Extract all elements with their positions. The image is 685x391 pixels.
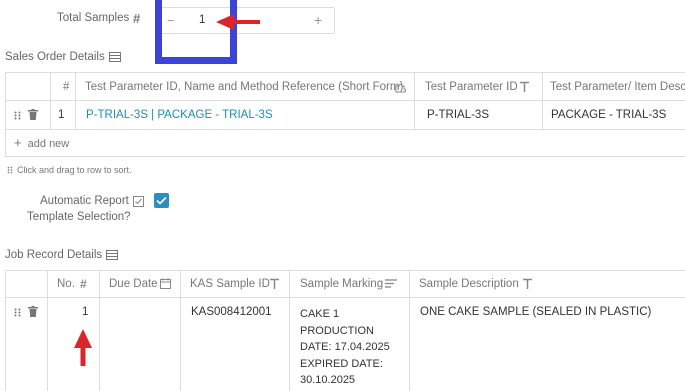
col-header-param-ref[interactable]: Test Parameter ID, Name and Method Refer…: [85, 81, 403, 93]
check-icon: [156, 196, 167, 205]
marking-line: DATE: 17.04.2025: [300, 341, 390, 353]
table-icon: [108, 52, 121, 62]
auto-report-label-line2: Template Selection?: [27, 211, 131, 223]
table-icon: [106, 250, 119, 260]
add-new-button[interactable]: + add new: [14, 135, 69, 150]
item-desc-cell: PACKAGE - TRIAL-3S: [551, 109, 667, 121]
calendar-icon: [160, 278, 171, 289]
add-new-label: add new: [27, 138, 70, 150]
job-record-section-title: Job Record Details: [5, 249, 119, 261]
drag-hint: Click and drag to row to sort.: [7, 165, 132, 175]
marking-line: CAKE 1: [300, 308, 340, 320]
drag-hint-text: Click and drag to row to sort.: [17, 165, 132, 175]
col-header-marking[interactable]: Sample Marking: [300, 278, 383, 290]
row-num: 1: [58, 109, 65, 121]
row-divider: [6, 129, 685, 130]
col-header-param-id[interactable]: Test Parameter ID: [425, 81, 518, 93]
marking-line: PRODUCTION: [300, 324, 374, 337]
drag-handle-icon[interactable]: [14, 111, 21, 120]
text-type-icon: [523, 278, 532, 289]
job-record-table: No. # Due Date KAS Sample ID Sample Mark…: [5, 270, 685, 391]
text-type-icon: [270, 278, 279, 289]
sample-marking-cell: CAKE 1 PRODUCTION DATE: 17.04.2025 EXPIR…: [300, 306, 390, 389]
increment-button[interactable]: +: [314, 12, 322, 28]
checkbox-type-icon: [133, 196, 144, 207]
auto-report-checkbox[interactable]: [154, 193, 169, 208]
col-header-item-desc[interactable]: Test Parameter/ Item Descr: [550, 81, 685, 93]
auto-report-label-line1: Automatic Report: [40, 195, 129, 207]
col-header-desc[interactable]: Sample Description: [419, 278, 519, 290]
table-row[interactable]: 1 KAS008412001 CAKE 1 PRODUCTION DATE: 1…: [6, 298, 685, 391]
col-header-due-date[interactable]: Due Date: [109, 278, 158, 290]
sales-order-header-row: # Test Parameter ID, Name and Method Ref…: [6, 73, 685, 101]
sales-order-section-title: Sales Order Details: [5, 51, 121, 63]
job-record-title-text: Job Record Details: [5, 249, 103, 261]
job-no-cell: 1: [82, 306, 89, 318]
kas-id-cell: KAS008412001: [191, 306, 272, 318]
trash-icon[interactable]: [28, 109, 38, 120]
hash-icon: #: [133, 11, 141, 26]
red-arrow-up-icon: [74, 329, 92, 366]
sales-order-title-text: Sales Order Details: [5, 51, 105, 63]
highlight-box: [155, 0, 237, 64]
col-header-no[interactable]: No.: [57, 278, 75, 290]
total-samples-label: Total Samples: [57, 12, 130, 24]
marking-line: 30.10.2025: [300, 374, 356, 386]
col-header-kas-id[interactable]: KAS Sample ID: [190, 278, 270, 290]
text-type-icon: [520, 81, 529, 92]
red-arrow-left-icon: [216, 14, 260, 30]
drag-handle-icon[interactable]: [14, 308, 21, 317]
sample-desc-cell: ONE CAKE SAMPLE (SEALED IN PLASTIC): [420, 306, 652, 318]
trash-icon[interactable]: [28, 306, 38, 317]
sales-order-table: # Test Parameter ID, Name and Method Ref…: [5, 72, 685, 157]
param-id-cell: P-TRIAL-3S: [427, 109, 489, 121]
puzzle-icon: [395, 84, 406, 93]
marking-line: EXPIRED DATE:: [300, 357, 383, 370]
multiline-text-icon: [385, 279, 397, 288]
param-ref-link[interactable]: P-TRIAL-3S | PACKAGE - TRIAL-3S: [86, 109, 273, 121]
number-type-icon: #: [80, 277, 87, 291]
col-header-num: #: [63, 81, 70, 93]
table-row[interactable]: 1 P-TRIAL-3S | PACKAGE - TRIAL-3S P-TRIA…: [6, 101, 685, 129]
plus-icon: +: [14, 135, 22, 150]
drag-dots-icon: [7, 166, 13, 174]
